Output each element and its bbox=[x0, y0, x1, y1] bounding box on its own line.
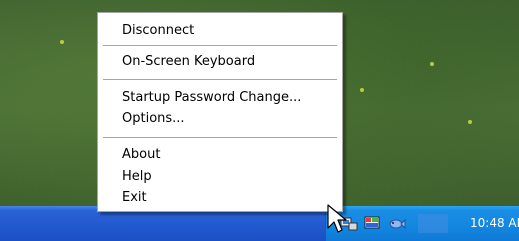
menu-item-startup-password-change[interactable]: Startup Password Change... bbox=[122, 90, 301, 106]
desktop-speck bbox=[60, 40, 64, 44]
tray-context-menu: Disconnect On-Screen Keyboard Startup Pa… bbox=[97, 12, 343, 212]
menu-item-options[interactable]: Options... bbox=[122, 111, 185, 127]
menu-separator bbox=[103, 45, 337, 46]
menu-item-about[interactable]: About bbox=[122, 147, 160, 163]
menu-item-disconnect[interactable]: Disconnect bbox=[122, 23, 194, 39]
menu-item-help[interactable]: Help bbox=[122, 169, 152, 185]
menu-separator bbox=[103, 137, 337, 138]
system-tray: 10:48 AM bbox=[325, 206, 519, 241]
fish-tray-icon[interactable] bbox=[388, 215, 406, 231]
taskbar-clock[interactable]: 10:48 AM bbox=[470, 216, 519, 230]
menu-item-exit[interactable]: Exit bbox=[122, 190, 147, 206]
desktop-speck bbox=[430, 62, 434, 66]
mouse-cursor-icon bbox=[327, 204, 351, 236]
menu-item-on-screen-keyboard[interactable]: On-Screen Keyboard bbox=[122, 54, 255, 70]
tray-blank-area bbox=[418, 214, 448, 233]
menu-separator bbox=[103, 79, 337, 80]
desktop-speck bbox=[468, 120, 472, 124]
desktop-speck bbox=[360, 88, 364, 92]
app-tray-icon[interactable] bbox=[364, 215, 382, 231]
